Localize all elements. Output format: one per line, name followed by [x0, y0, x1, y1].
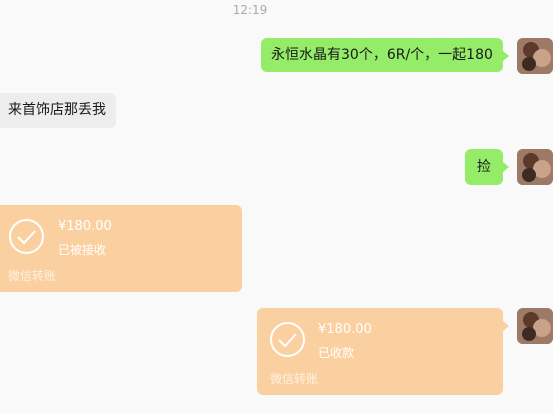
transfer-status: 已被接收 [58, 243, 107, 257]
message-text: 永恒水晶有30个，6R/个，一起180 [271, 47, 493, 63]
my-avatar[interactable] [517, 308, 553, 344]
transfer-card-collected[interactable]: ¥180.00 已收款 微信转账 [257, 308, 509, 395]
timestamp: 12:19 [232, 3, 268, 17]
transfer-label: 微信转账 [270, 372, 319, 386]
transfer-card-received[interactable]: ¥180.00 已被接收 微信转账 [0, 205, 242, 292]
message-bubble-2[interactable]: 来首饰店那丢我 [0, 93, 116, 128]
check-circle-icon [8, 218, 45, 255]
message-text: 来首饰店那丢我 [8, 102, 106, 118]
transfer-status: 已收款 [318, 346, 355, 360]
transfer-label: 微信转账 [8, 269, 57, 283]
check-circle-icon [269, 321, 306, 358]
my-avatar[interactable] [517, 149, 553, 185]
message-bubble-3[interactable]: 捡 [465, 149, 509, 185]
message-bubble-1[interactable]: 永恒水晶有30个，6R/个，一起180 [261, 38, 509, 72]
my-avatar[interactable] [517, 38, 553, 74]
message-text: 捡 [477, 159, 491, 175]
transfer-amount: ¥180.00 [58, 219, 112, 234]
transfer-amount: ¥180.00 [318, 322, 372, 337]
